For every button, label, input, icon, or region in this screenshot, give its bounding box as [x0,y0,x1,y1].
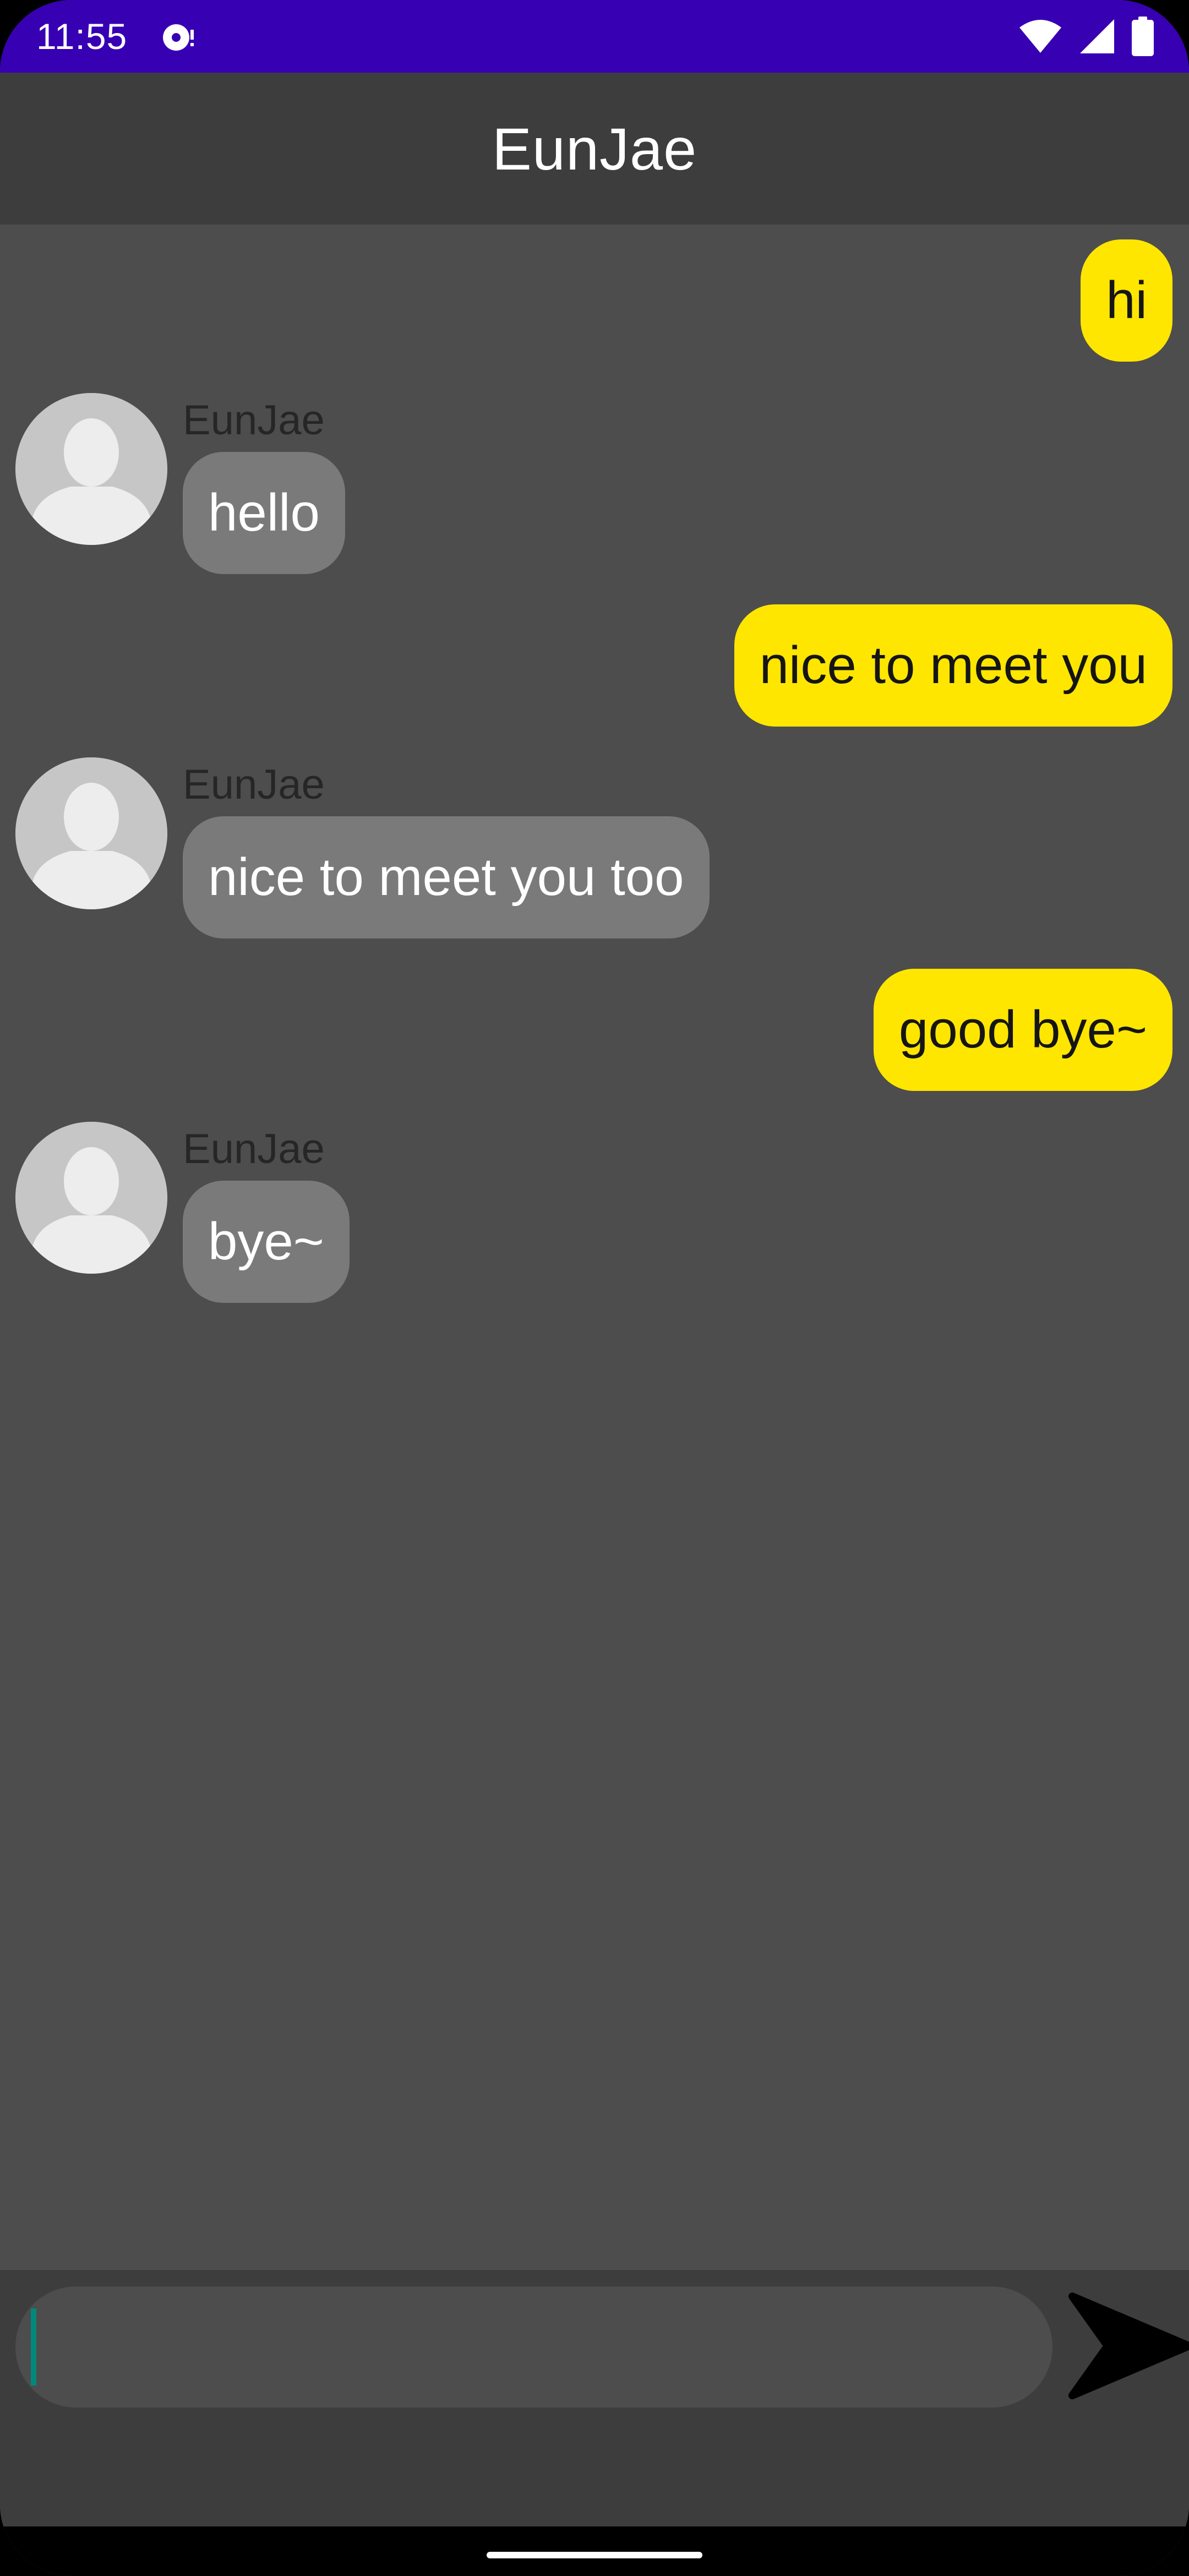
cellular-signal-icon [1080,19,1114,53]
app-bar: EunJae [0,73,1189,225]
send-button[interactable] [1066,2289,1189,2403]
avatar[interactable] [15,757,167,909]
status-time: 11:55 [36,16,128,57]
sender-name: EunJae [183,761,325,808]
message-input[interactable] [15,2286,1052,2408]
my-message-bubble[interactable]: good bye~ [873,969,1172,1091]
their-message-bubble[interactable]: hello [183,452,345,574]
chat-screen: 11:55 EunJae hi EunJae hello nice to mee… [0,0,1189,2576]
default-avatar-icon [15,1122,167,1274]
message-list[interactable]: hi EunJae hello nice to meet you EunJae … [0,225,1189,2270]
chat-title: EunJae [492,115,697,182]
message-composer [0,2270,1189,2526]
their-message-bubble[interactable]: bye~ [183,1181,350,1303]
text-cursor [31,2308,36,2386]
battery-icon [1132,17,1154,56]
home-indicator[interactable] [487,2552,702,2558]
avatar[interactable] [15,393,167,545]
wifi-icon [1019,20,1061,53]
send-icon [1068,2293,1189,2399]
their-message-bubble[interactable]: nice to meet you too [183,816,710,938]
my-message-bubble[interactable]: nice to meet you [734,604,1172,727]
sender-name: EunJae [183,397,325,444]
status-icons [1018,15,1154,57]
navigation-bar [0,2526,1189,2576]
my-message-bubble[interactable]: hi [1081,239,1172,362]
sender-name: EunJae [183,1126,325,1172]
default-avatar-icon [15,393,167,545]
media-notification-icon [163,24,194,51]
default-avatar-icon [15,757,167,909]
status-bar: 11:55 [0,0,1189,73]
avatar[interactable] [15,1122,167,1274]
